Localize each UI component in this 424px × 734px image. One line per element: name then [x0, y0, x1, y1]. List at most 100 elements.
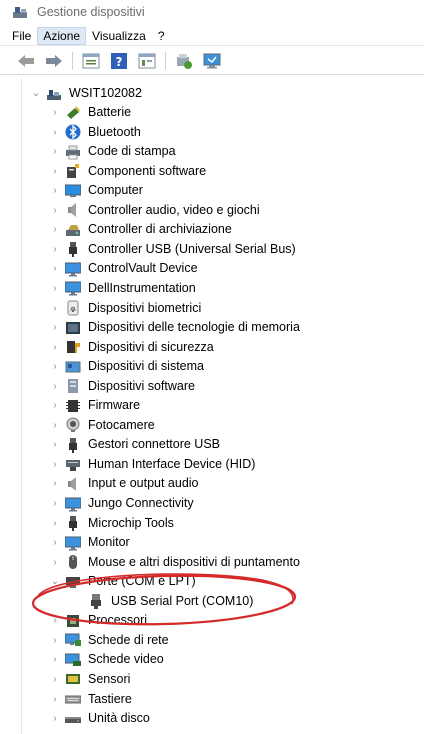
chevron-right-icon[interactable]: › [49, 674, 61, 685]
tree-category-bluetooth[interactable]: › Bluetooth [49, 123, 141, 142]
tree-category-controlvault-device[interactable]: › ControlVault Device [49, 259, 198, 278]
tree-category-dispositivi-di-sicurezza[interactable]: › Dispositivi di sicurezza [49, 338, 213, 357]
tree-category-dispositivi-delle-tecnologie-di-memoria[interactable]: › Dispositivi delle tecnologie di memoria [49, 318, 300, 337]
menu-file[interactable]: File [6, 27, 37, 45]
chevron-right-icon[interactable]: › [49, 283, 61, 294]
tree-category-dispositivi-di-sistema[interactable]: › Dispositivi di sistema [49, 357, 204, 376]
battery-icon [65, 105, 81, 121]
help-icon[interactable]: ? [109, 51, 129, 71]
svg-text:?: ? [116, 55, 123, 69]
chevron-down-icon[interactable]: ⌄ [30, 88, 42, 99]
chevron-down-icon[interactable]: ⌄ [49, 576, 61, 587]
chevron-right-icon[interactable]: › [49, 518, 61, 529]
disk-drive-icon [65, 711, 81, 727]
tree-category-schede-video[interactable]: › Schede video [49, 650, 164, 669]
tree-category-dellinstrumentation[interactable]: › DellInstrumentation [49, 279, 196, 298]
tree-category-dispositivi-software[interactable]: › Dispositivi software [49, 377, 195, 396]
chevron-right-icon[interactable]: › [49, 303, 61, 314]
firmware-chip-icon [65, 398, 81, 414]
tree-category-human-interface-device-hid[interactable]: › Human Interface Device (HID) [49, 455, 255, 474]
tree-category-monitor[interactable]: › Monitor [49, 533, 130, 552]
tree-category-label: Dispositivi biometrici [88, 300, 202, 315]
tree-category-label: Controller USB (Universal Serial Bus) [88, 241, 296, 256]
toolbar: ? [0, 47, 424, 75]
tree-category-componenti-software[interactable]: › Componenti software [49, 162, 206, 181]
scan-hardware-icon[interactable] [202, 51, 222, 71]
window-title: Gestione dispositivi [37, 5, 145, 19]
tree-category-computer[interactable]: › Computer [49, 181, 143, 200]
tree-category-controller-usb-universal-serial-bus[interactable]: › Controller USB (Universal Serial Bus) [49, 240, 296, 259]
tree-category-unit-disco[interactable]: › Unità disco [49, 709, 150, 728]
tree-category-mouse-e-altri-dispositivi-di-puntamento[interactable]: › Mouse e altri dispositivi di puntamento [49, 553, 300, 572]
usb-icon [65, 515, 81, 532]
chevron-right-icon[interactable]: › [49, 224, 61, 235]
tree-category-label: DellInstrumentation [88, 280, 196, 295]
forward-icon[interactable] [44, 51, 64, 71]
tree-category-jungo-connectivity[interactable]: › Jungo Connectivity [49, 494, 194, 513]
tree-category-label: Schede video [88, 652, 164, 667]
back-icon[interactable] [16, 51, 36, 71]
tree-category-controller-audio-video-e-giochi[interactable]: › Controller audio, video e giochi [49, 201, 260, 220]
menu-azione[interactable]: Azione [37, 26, 87, 45]
chevron-right-icon[interactable]: › [49, 498, 61, 509]
keyboard-icon [65, 691, 81, 707]
chevron-right-icon[interactable]: › [49, 537, 61, 548]
tree-root[interactable]: ⌄ WSIT102082 [30, 84, 142, 103]
tree-category-firmware[interactable]: › Firmware [49, 396, 140, 415]
tree-category-fotocamere[interactable]: › Fotocamere [49, 416, 155, 435]
update-driver-icon[interactable] [174, 51, 194, 71]
tree-category-processori[interactable]: › Processori [49, 611, 147, 630]
tree-device-usb-serial-port[interactable]: USB Serial Port (COM10) [88, 592, 253, 611]
chevron-right-icon[interactable]: › [49, 381, 61, 392]
device-manager-icon [12, 5, 30, 19]
chevron-right-icon[interactable]: › [49, 185, 61, 196]
chevron-right-icon[interactable]: › [49, 127, 61, 138]
chevron-right-icon[interactable]: › [49, 478, 61, 489]
serial-port-icon [88, 593, 104, 610]
chevron-right-icon[interactable]: › [49, 615, 61, 626]
hid-icon [65, 456, 81, 472]
monitor-icon [65, 535, 81, 551]
chevron-right-icon[interactable]: › [49, 205, 61, 216]
chevron-right-icon[interactable]: › [49, 557, 61, 568]
tree-category-controller-di-archiviazione[interactable]: › Controller di archiviazione [49, 220, 232, 239]
chevron-right-icon[interactable]: › [49, 694, 61, 705]
tree-category-sensori[interactable]: › Sensori [49, 670, 130, 689]
chevron-right-icon[interactable]: › [49, 635, 61, 646]
tree-category-gestori-connettore-usb[interactable]: › Gestori connettore USB [49, 435, 220, 454]
chevron-right-icon[interactable]: › [49, 459, 61, 470]
chevron-right-icon[interactable]: › [49, 342, 61, 353]
tree-category-microchip-tools[interactable]: › Microchip Tools [49, 514, 174, 533]
chevron-right-icon[interactable]: › [49, 263, 61, 274]
tree-category-label: Dispositivi di sistema [88, 359, 205, 374]
chevron-right-icon[interactable]: › [49, 420, 61, 431]
tree-category-label: Mouse e altri dispositivi di puntamento [88, 554, 300, 569]
tree-category-label: Computer [88, 183, 143, 198]
tree-category-label: Controller audio, video e giochi [88, 202, 260, 217]
chevron-right-icon[interactable]: › [49, 107, 61, 118]
properties-icon[interactable] [81, 51, 101, 71]
tree-category-code-di-stampa[interactable]: › Code di stampa [49, 142, 176, 161]
tree-category-input-e-output-audio[interactable]: › Input e output audio [49, 474, 199, 493]
tree-category-tastiere[interactable]: › Tastiere [49, 690, 131, 709]
console-tree-icon[interactable] [137, 51, 157, 71]
menu-help[interactable]: ? [152, 27, 171, 45]
chevron-right-icon[interactable]: › [49, 439, 61, 450]
tree-category-batterie[interactable]: › Batterie [49, 103, 131, 122]
chevron-right-icon[interactable]: › [49, 146, 61, 157]
tree-category-label: Human Interface Device (HID) [88, 456, 256, 471]
chevron-right-icon[interactable]: › [49, 654, 61, 665]
printer-icon [65, 144, 81, 160]
menu-visualizza[interactable]: Visualizza [86, 27, 152, 45]
chevron-right-icon[interactable]: › [49, 166, 61, 177]
tree-category-porte-com-e-lpt[interactable]: ⌄ Porte (COM e LPT) [49, 572, 196, 591]
port-icon [65, 574, 81, 590]
chevron-right-icon[interactable]: › [49, 322, 61, 333]
monitor-icon [65, 261, 81, 277]
tree-category-dispositivi-biometrici[interactable]: › Dispositivi biometrici [49, 299, 201, 318]
chevron-right-icon[interactable]: › [49, 713, 61, 724]
chevron-right-icon[interactable]: › [49, 400, 61, 411]
chevron-right-icon[interactable]: › [49, 361, 61, 372]
chevron-right-icon[interactable]: › [49, 244, 61, 255]
tree-category-schede-di-rete[interactable]: › Schede di rete [49, 631, 168, 650]
